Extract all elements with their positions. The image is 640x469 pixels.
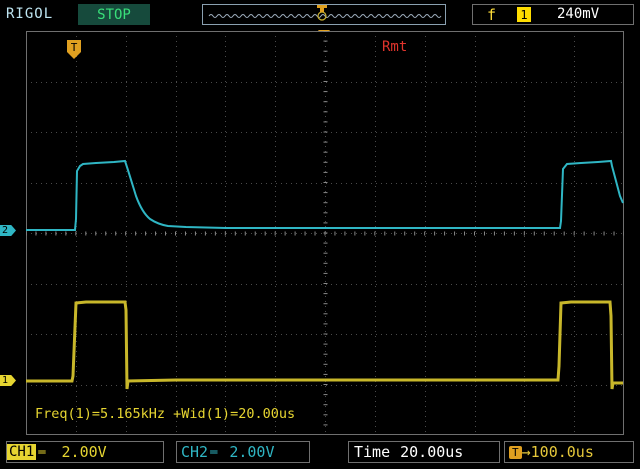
ch2-dc-coupling-icon: ═ xyxy=(210,445,218,459)
time-label: Time xyxy=(354,443,391,461)
trigger-info-box[interactable]: f 1 240mV xyxy=(472,4,634,25)
timebase-box[interactable]: Time 20.00us xyxy=(348,441,500,463)
ch2-waveform xyxy=(26,159,624,231)
bottom-status-bar: CH1 ═ 2.00V CH2 ═ 2.00V Time 20.00us T →… xyxy=(0,437,640,469)
trigger-t-marker-icon[interactable]: T xyxy=(67,40,81,60)
remote-indicator: Rmt xyxy=(382,39,408,55)
trigger-offset-icon: T xyxy=(509,445,522,459)
ch1-scale-value: 2.00V xyxy=(61,443,107,461)
top-status-bar: RIGOL STOP f 1 240mV xyxy=(0,0,640,30)
memory-waveform-overview xyxy=(202,4,446,25)
trigger-level-value: 240mV xyxy=(557,6,600,22)
brand-label: RIGOL xyxy=(6,6,54,22)
ch2-scale-value: 2.00V xyxy=(229,443,275,461)
ch1-ground-marker[interactable]: 1 xyxy=(0,375,16,386)
ch1-dc-coupling-icon: ═ xyxy=(38,445,46,459)
ch2-ground-marker[interactable]: 2 xyxy=(0,225,16,236)
overview-trigger-icon xyxy=(317,5,327,12)
ch1-scale-box[interactable]: CH1 ═ 2.00V xyxy=(6,441,164,463)
ch1-waveform xyxy=(26,300,623,390)
ch2-tag: CH2 xyxy=(181,443,209,461)
trigger-source-badge: 1 xyxy=(517,7,531,22)
trigger-offset-box[interactable]: T →100.0us xyxy=(504,441,634,463)
ch1-tag: CH1 xyxy=(7,444,37,460)
timebase-value: 20.00us xyxy=(400,443,464,461)
trigger-offset-value: →100.0us xyxy=(521,443,594,461)
run-status-badge[interactable]: STOP xyxy=(78,4,150,25)
overview-wave xyxy=(208,14,442,18)
rising-edge-trigger-icon: f xyxy=(487,6,497,24)
waveform-display xyxy=(26,31,624,435)
measurement-readout: Freq(1)=5.165kHz +Wid(1)=20.00us xyxy=(35,406,296,422)
trigger-t-label: T xyxy=(71,41,78,54)
ch2-scale-box[interactable]: CH2 ═ 2.00V xyxy=(176,441,310,463)
memory-overview-graphic xyxy=(208,5,442,21)
